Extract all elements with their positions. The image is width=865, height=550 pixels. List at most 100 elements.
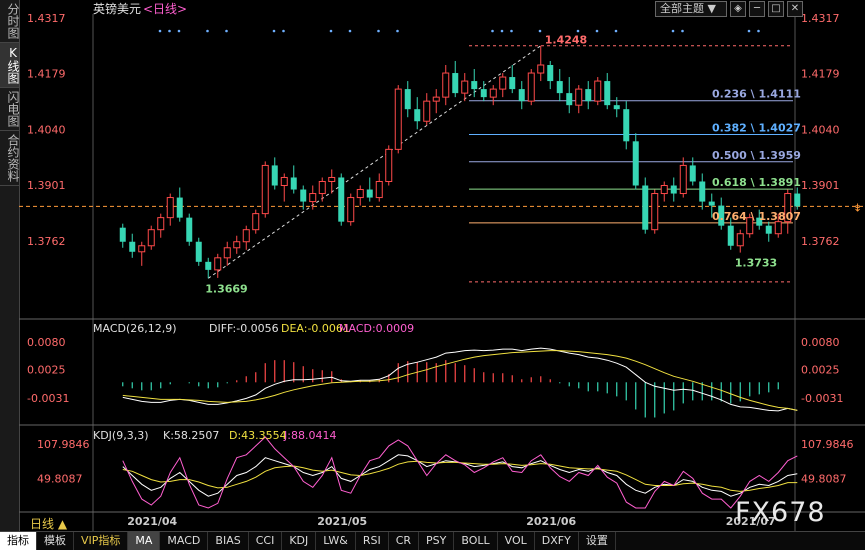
candle-body (347, 197, 355, 223)
macd-diff-line (122, 347, 798, 412)
candle-body (623, 109, 630, 142)
candle-body (223, 247, 231, 259)
maximize-icon[interactable]: □ (768, 1, 784, 17)
kdj-tick-right: 107.9846 (801, 438, 854, 451)
chart-area[interactable]: 英镑美元 <日线> 1.4317 1.4317 1.4179 1.4179 1.4040 1.… (19, 0, 865, 531)
minimize-icon[interactable]: ─ (749, 1, 765, 17)
candle-body (452, 73, 459, 94)
candle-body (585, 89, 592, 102)
candle-body (461, 80, 469, 94)
candle-body (642, 185, 649, 230)
candle-body (699, 181, 706, 202)
fib-label: 0.500 \ 1.3959 (712, 149, 801, 162)
tab-vol[interactable]: VOL (498, 532, 535, 550)
tab-vip[interactable]: VIP指标 (74, 532, 129, 550)
kdj-d-label: D:43.3554 (229, 429, 287, 442)
candle-body (660, 185, 668, 195)
theme-select[interactable]: 全部主题 ▼ (655, 1, 727, 17)
tab-template[interactable]: 模板 (37, 532, 74, 550)
macd-tick-right: 0.0025 (801, 364, 840, 377)
tab-dxfy[interactable]: DXFY (535, 532, 579, 550)
signal-dot (747, 29, 751, 33)
candle-body (794, 193, 801, 207)
left-tab-strip: 分时图 K线图 闪电图 合约资料 (0, 0, 20, 531)
kdj-tick-right: 49.8087 (801, 473, 847, 486)
kdj-k-label: K:58.2507 (163, 429, 219, 442)
signal-dot (158, 29, 162, 33)
candle-body (147, 229, 155, 247)
tab-settings[interactable]: 设置 (579, 532, 616, 550)
pin-icon[interactable]: ◈ (730, 1, 746, 17)
candle-body (157, 217, 165, 231)
left-tab-contract[interactable]: 合约资料 (0, 131, 20, 186)
tab-cci[interactable]: CCI (249, 532, 283, 550)
kdj-j-line (122, 436, 798, 509)
candle-body (499, 76, 507, 90)
signal-dot (576, 29, 580, 33)
candle-body (414, 109, 421, 122)
price-tick-left: 1.3901 (27, 179, 66, 192)
tab-ma[interactable]: MA (128, 532, 161, 550)
candle-body (566, 93, 573, 106)
tab-bias[interactable]: BIAS (208, 532, 249, 550)
current-price-marker-icon: ⇟ (853, 201, 862, 214)
symbol-title: 英镑美元 (93, 1, 141, 16)
candle-body (423, 100, 431, 122)
left-tab-flash[interactable]: 闪电图 (0, 88, 20, 131)
left-tab-timeshare[interactable]: 分时图 (0, 0, 20, 43)
candle-body (205, 261, 212, 270)
signal-dot (329, 29, 333, 33)
signal-dot (396, 29, 399, 33)
period-label: <日线> (143, 2, 187, 16)
candle-body (233, 241, 241, 249)
candle-body (679, 164, 687, 195)
candle-body (271, 165, 278, 186)
period-tab[interactable]: 日线 ▲ (30, 515, 67, 532)
candle-body (537, 64, 545, 74)
tab-psy[interactable]: PSY (419, 532, 455, 550)
theme-select-label: 全部主题 (660, 2, 704, 15)
candle-body (300, 189, 307, 202)
candle-body (394, 88, 402, 150)
candle-body (575, 88, 583, 106)
macd-value-label: MACD:0.0009 (339, 322, 414, 335)
close-icon[interactable]: ✕ (787, 1, 803, 17)
tab-cr[interactable]: CR (389, 532, 420, 550)
candle-body (385, 148, 393, 182)
tab-indicators[interactable]: 指标 (0, 532, 37, 550)
tab-boll[interactable]: BOLL (454, 532, 498, 550)
fib-label: 0.236 \ 1.4111 (712, 88, 801, 101)
candle-body (708, 201, 715, 206)
candle-body (356, 189, 364, 199)
signal-dot (510, 29, 513, 33)
signal-dot (757, 29, 760, 33)
price-tick-left: 1.4040 (27, 123, 66, 136)
tab-kdj[interactable]: KDJ (282, 532, 317, 550)
candle-body (632, 141, 639, 186)
candle-body (432, 96, 440, 102)
annotation-low-june: 1.3733 (735, 257, 777, 270)
candle-body (366, 189, 373, 198)
kdj-tick-left: 107.9846 (37, 438, 90, 451)
candle-body (338, 177, 345, 222)
candle-body (527, 72, 535, 102)
macd-tick-right: 0.0080 (801, 336, 840, 349)
signal-dot (282, 29, 285, 33)
candle-body (509, 77, 516, 90)
candle-body (375, 180, 383, 199)
candle-body (765, 225, 772, 234)
kdj-tick-left: 49.8087 (37, 473, 83, 486)
fib-label: 0.618 \ 1.3891 (712, 176, 801, 189)
tab-macd[interactable]: MACD (160, 532, 209, 550)
indicator-bar: 指标 模板 VIP指标 MA MACD BIAS CCI KDJ LW& RSI… (0, 531, 865, 550)
candle-body (594, 80, 602, 102)
candle-body (328, 176, 336, 182)
price-tick-right: 1.4040 (801, 123, 840, 136)
tab-lw[interactable]: LW& (316, 532, 356, 550)
tab-rsi[interactable]: RSI (356, 532, 389, 550)
price-tick-right: 1.4179 (801, 67, 840, 80)
left-tab-kline[interactable]: K线图 (0, 43, 20, 88)
candle-body (689, 165, 696, 182)
signal-dot (348, 29, 352, 33)
signal-dot (272, 29, 276, 33)
